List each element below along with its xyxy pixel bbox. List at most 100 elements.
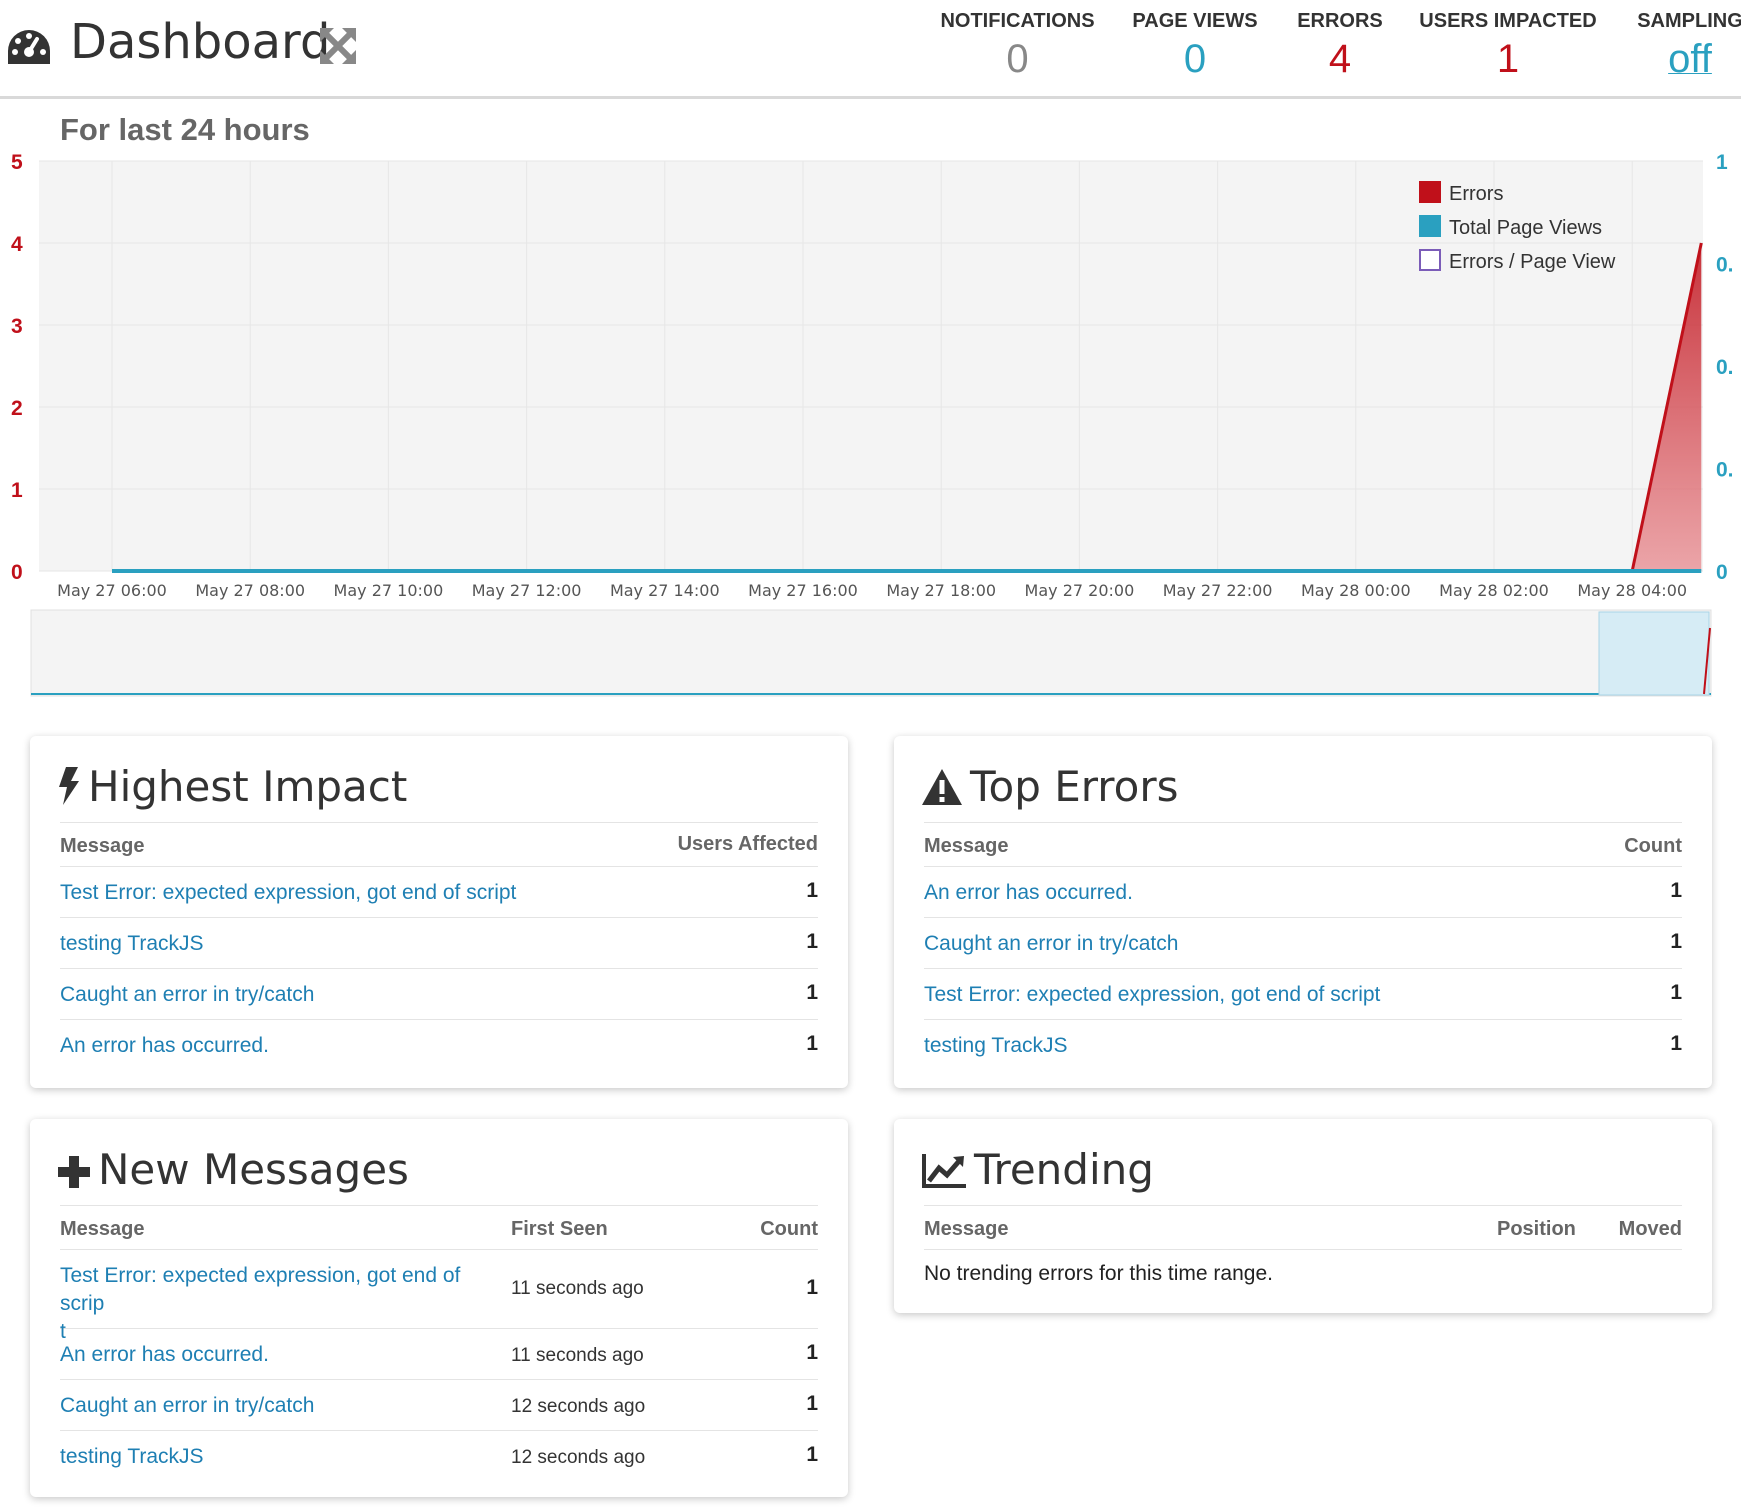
panel-title: Top Errors <box>922 762 1178 811</box>
message-count: 1 <box>806 1392 818 1415</box>
dashboard-gauge-icon <box>8 30 50 64</box>
y-left-tick-label: 5 <box>11 151 23 174</box>
message-count: 1 <box>806 1276 818 1299</box>
error-message-link[interactable]: Caught an error in try/catch <box>60 981 314 1009</box>
new-messages-panel: New Messages Message First Seen Count Te… <box>30 1119 848 1497</box>
x-tick-label: May 27 22:00 <box>1163 581 1273 600</box>
x-tick-label: May 27 20:00 <box>1025 581 1135 600</box>
stat-page-views[interactable]: PAGE VIEWS 0 <box>1130 10 1260 82</box>
error-message-link[interactable]: An error has occurred. <box>924 879 1133 907</box>
x-tick-label: May 27 14:00 <box>610 581 720 600</box>
page-title: Dashboard <box>70 14 331 70</box>
x-tick-label: May 28 04:00 <box>1577 581 1687 600</box>
x-tick-label: May 27 18:00 <box>886 581 996 600</box>
table-row: Test Error: expected expression, got end… <box>60 867 818 918</box>
error-message-link[interactable]: testing TrackJS <box>60 930 204 958</box>
error-message-link[interactable]: Test Error: expected expression, got end… <box>60 879 516 907</box>
col-count: Count <box>760 1218 818 1240</box>
x-tick-label: May 27 16:00 <box>748 581 858 600</box>
trending-chart-icon <box>922 1154 966 1188</box>
x-tick-label: May 27 06:00 <box>57 581 167 600</box>
users-affected-count: 1 <box>806 981 818 1004</box>
legend-item-label: Total Page Views <box>1449 217 1602 239</box>
sampling-toggle-link[interactable]: off <box>1630 37 1741 82</box>
trending-panel: Trending Message Position Moved No trend… <box>894 1119 1712 1313</box>
col-message: Message <box>60 835 145 857</box>
table-row: Test Error: expected expression, got end… <box>60 1250 818 1343</box>
error-message-link[interactable]: testing TrackJS <box>60 1443 204 1471</box>
table-header: Message First Seen Count <box>60 1206 818 1250</box>
error-message-link[interactable]: An error has occurred. <box>60 1341 269 1369</box>
range-navigator[interactable] <box>30 609 1712 697</box>
panel-title-text: Trending <box>974 1145 1154 1194</box>
error-count: 1 <box>1670 879 1682 902</box>
stat-notifications[interactable]: NOTIFICATIONS 0 <box>930 10 1105 82</box>
first-seen-time: 11 seconds ago <box>511 1278 644 1299</box>
error-count: 1 <box>1670 930 1682 953</box>
stat-value: 4 <box>1328 37 1352 81</box>
first-seen-time: 12 seconds ago <box>511 1447 646 1468</box>
table-row: testing TrackJS 1 <box>60 918 818 969</box>
first-seen-time: 11 seconds ago <box>511 1345 644 1366</box>
table-header: Message Count <box>924 823 1682 867</box>
error-message-link[interactable]: An error has occurred. <box>60 1032 269 1060</box>
users-affected-count: 1 <box>806 879 818 902</box>
panel-title-text: Highest Impact <box>88 762 408 811</box>
navigator-selection-window[interactable] <box>1598 611 1710 696</box>
stat-users-impacted[interactable]: USERS IMPACTED 1 <box>1418 10 1598 82</box>
panel-title: Trending <box>922 1145 1154 1194</box>
empty-state-message: No trending errors for this time range. <box>924 1262 1273 1285</box>
col-message: Message <box>924 835 1009 857</box>
error-count: 1 <box>1670 981 1682 1004</box>
table-row: An error has occurred. 11 seconds ago 1 <box>60 1329 818 1380</box>
stat-errors[interactable]: ERRORS 4 <box>1290 10 1390 82</box>
first-seen-time: 12 seconds ago <box>511 1396 646 1417</box>
stat-label: USERS IMPACTED <box>1419 10 1597 32</box>
highest-impact-panel: Highest Impact Message Users Affected Te… <box>30 736 848 1088</box>
stat-label: SAMPLING <box>1637 10 1741 32</box>
table-row: An error has occurred. 1 <box>924 867 1682 918</box>
warning-icon <box>922 769 962 805</box>
stat-value: 0 <box>1006 37 1029 81</box>
y-left-tick-label: 1 <box>11 479 23 502</box>
plus-icon <box>58 1156 90 1188</box>
table-header: Message Users Affected <box>60 823 818 867</box>
legend-swatch <box>1419 215 1441 237</box>
panel-title-text: New Messages <box>98 1145 409 1194</box>
panel-title: Highest Impact <box>58 762 407 811</box>
y-right-tick-label: 0. <box>1716 459 1734 482</box>
error-message-link[interactable]: Caught an error in try/catch <box>924 930 1178 958</box>
trending-table: Message Position Moved No trending error… <box>924 1205 1682 1300</box>
stat-label: ERRORS <box>1297 10 1383 32</box>
table-row: No trending errors for this time range. <box>924 1250 1682 1300</box>
users-affected-count: 1 <box>806 930 818 953</box>
col-users-affected: Users Affected <box>677 833 818 855</box>
users-affected-count: 1 <box>806 1032 818 1055</box>
error-message-link[interactable]: Caught an error in try/catch <box>60 1392 314 1420</box>
panel-title-text: Top Errors <box>970 762 1179 811</box>
errors-chart[interactable]: 0 1 2 3 4 5 0 0. 0. 0. 1 May 27 06:00 May 27 08:00 Ma… <box>0 99 1741 699</box>
legend-swatch <box>1419 181 1441 203</box>
stat-sampling[interactable]: SAMPLING off <box>1630 10 1741 82</box>
table-row: Caught an error in try/catch 12 seconds … <box>60 1380 818 1431</box>
expand-icon[interactable] <box>320 28 356 64</box>
x-tick-label: May 28 00:00 <box>1301 581 1411 600</box>
error-message-link[interactable]: testing TrackJS <box>924 1032 1068 1060</box>
table-row: Caught an error in try/catch 1 <box>924 918 1682 969</box>
col-moved: Moved <box>1618 1218 1682 1240</box>
lightning-icon <box>59 767 79 805</box>
highest-impact-table: Message Users Affected Test Error: expec… <box>60 822 818 1070</box>
message-count: 1 <box>806 1341 818 1364</box>
col-message: Message <box>924 1218 1009 1240</box>
stat-value: 1 <box>1496 37 1520 81</box>
top-bar: Dashboard NOTIFICATIONS 0 PAGE VIEWS 0 E… <box>0 0 1741 99</box>
table-row: An error has occurred. 1 <box>60 1020 818 1070</box>
col-count: Count <box>1624 835 1682 857</box>
legend-item-label: Errors / Page View <box>1449 251 1616 273</box>
error-message-link[interactable]: Test Error: expected expression, got end… <box>924 981 1380 1009</box>
y-left-tick-label: 4 <box>11 233 23 256</box>
x-tick-label: May 27 10:00 <box>334 581 444 600</box>
stat-label: NOTIFICATIONS <box>940 10 1095 32</box>
x-tick-label: May 27 08:00 <box>195 581 305 600</box>
y-right-tick-label: 1 <box>1716 151 1728 174</box>
